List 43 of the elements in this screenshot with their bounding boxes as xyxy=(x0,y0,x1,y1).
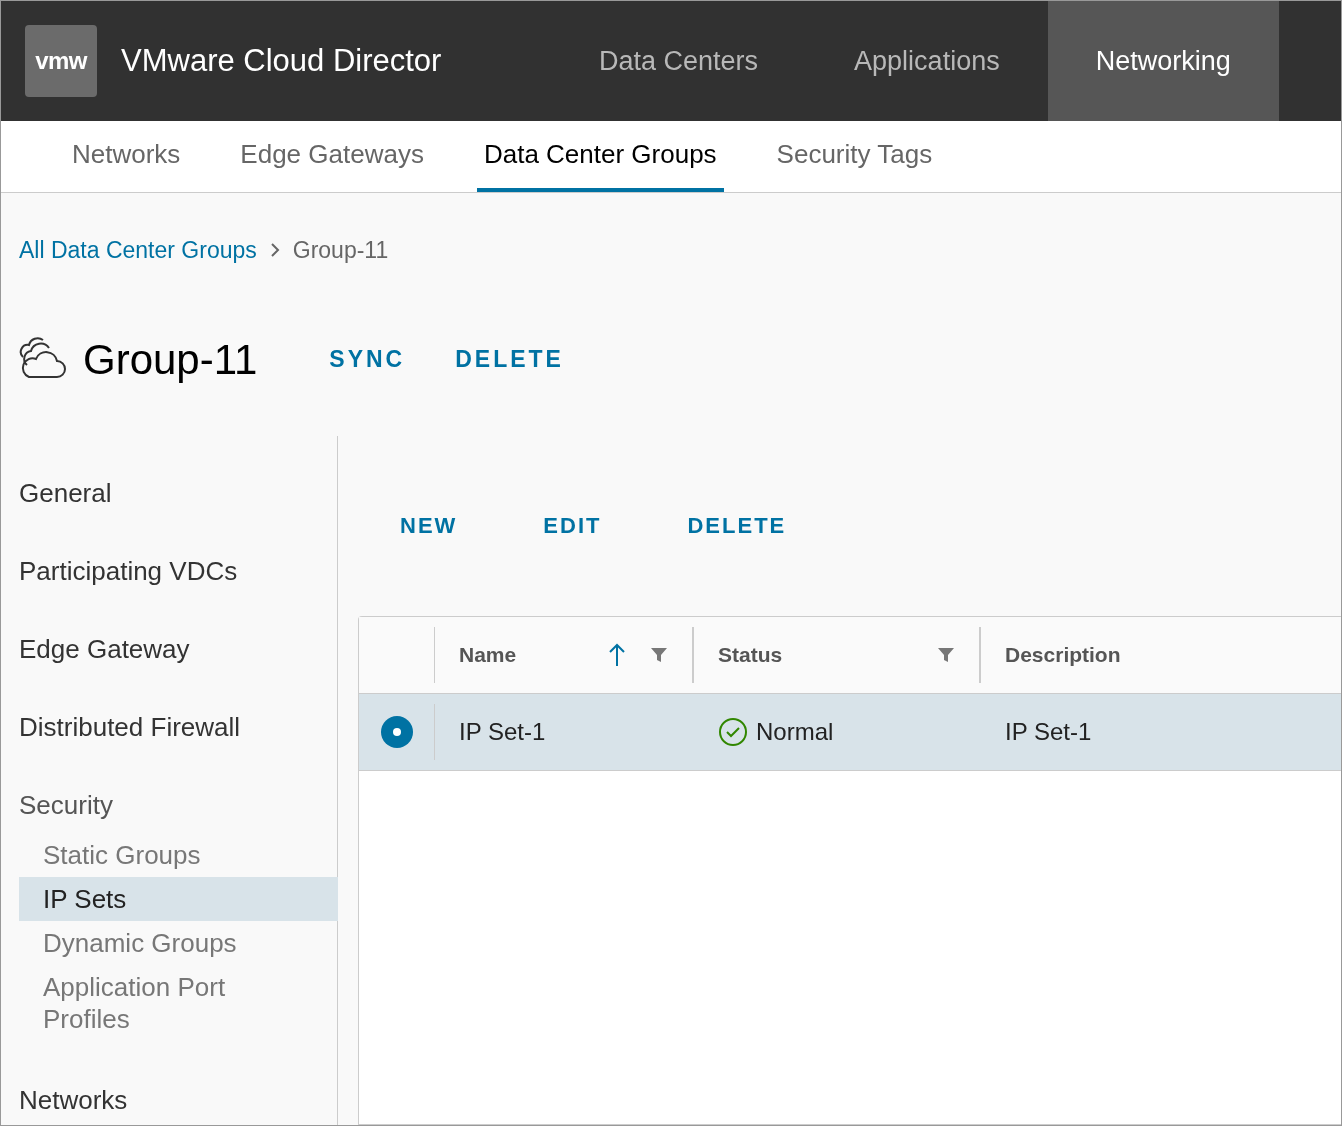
nav-link[interactable]: Networking xyxy=(1047,1,1279,121)
action-button[interactable]: DELETE xyxy=(455,341,564,377)
toolbar-button[interactable]: NEW xyxy=(400,509,458,542)
nav-link[interactable]: Data Centers xyxy=(551,1,807,121)
filter-icon[interactable] xyxy=(937,646,955,663)
breadcrumb-current: Group-11 xyxy=(292,236,389,265)
sidebar-item[interactable]: Networks xyxy=(19,1080,337,1125)
sidebar-group-title: Security xyxy=(19,788,114,822)
column-header[interactable]: Description xyxy=(981,626,1341,683)
column-header[interactable]: Status xyxy=(694,626,981,683)
sort-ascending-icon[interactable] xyxy=(608,642,626,667)
tab[interactable]: Data Center Groups xyxy=(476,121,724,192)
sidebar-item[interactable]: General xyxy=(19,473,337,552)
logo: vmw xyxy=(25,25,97,97)
tab[interactable]: Edge Gateways xyxy=(233,121,431,192)
sidebar-item[interactable]: Application Port Profiles xyxy=(19,964,279,1041)
sidebar-item[interactable]: Distributed Firewall xyxy=(19,707,337,786)
table-row[interactable]: IP Set-1 Normal IP Set-1 xyxy=(359,693,1341,771)
table-cell-text: Normal xyxy=(756,716,834,747)
toolbar-button[interactable]: DELETE xyxy=(687,509,787,542)
column-title: Name xyxy=(459,641,517,668)
filter-icon[interactable] xyxy=(650,646,668,663)
action-button[interactable]: SYNC xyxy=(329,341,406,377)
sidebar-item[interactable]: Edge Gateway xyxy=(19,629,337,708)
check-circle-icon xyxy=(718,716,748,747)
table-cell: IP Set-1 xyxy=(1005,717,1092,745)
sidebar-item[interactable]: Participating VDCs xyxy=(19,551,337,630)
sidebar-item[interactable]: IP Sets xyxy=(19,876,338,921)
column-title: Status xyxy=(718,641,783,668)
tab[interactable]: Security Tags xyxy=(769,121,940,192)
page-title: Group-11 xyxy=(83,334,258,385)
sidebar-item[interactable]: Dynamic Groups xyxy=(19,920,279,965)
table-cell: IP Set-1 xyxy=(459,717,546,745)
sidebar-item[interactable]: Static Groups xyxy=(19,832,279,877)
clouds-icon xyxy=(19,337,67,381)
nav-link[interactable]: Applications xyxy=(806,1,1048,121)
app-title: VMware Cloud Director xyxy=(121,41,443,80)
column-title: Description xyxy=(1005,641,1121,668)
breadcrumb-link[interactable]: All Data Center Groups xyxy=(19,233,257,268)
toolbar-button[interactable]: EDIT xyxy=(543,509,602,542)
radio-button[interactable] xyxy=(379,714,414,749)
tab[interactable]: Networks xyxy=(65,121,188,192)
column-header[interactable]: Name xyxy=(435,626,694,683)
